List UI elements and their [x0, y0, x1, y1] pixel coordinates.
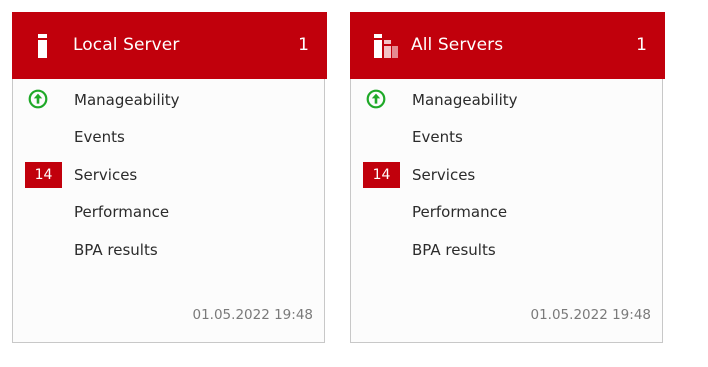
- services-alert-badge: 14: [25, 162, 62, 188]
- events-label: Events: [74, 128, 125, 146]
- tile-title[interactable]: Local Server: [73, 34, 179, 56]
- multiple-servers-icon: [374, 34, 398, 58]
- up-arrow-circle-icon: [366, 89, 386, 109]
- manageability-row[interactable]: Manageability: [13, 84, 324, 116]
- manageability-row[interactable]: Manageability: [351, 84, 662, 116]
- refresh-timestamp: 01.05.2022 19:48: [530, 307, 652, 323]
- performance-label: Performance: [412, 203, 508, 221]
- all-servers-tile-header[interactable]: All Servers 1: [350, 12, 665, 79]
- manageability-label: Manageability: [74, 91, 180, 109]
- up-arrow-circle-icon: [28, 89, 48, 109]
- bpa-results-label: BPA results: [74, 241, 158, 259]
- bpa-results-row[interactable]: BPA results: [351, 234, 662, 266]
- events-row[interactable]: Events: [351, 121, 662, 153]
- bpa-results-row[interactable]: BPA results: [13, 234, 324, 266]
- all-servers-tile[interactable]: All Servers 1 Manageability Events 14 Se…: [350, 12, 665, 343]
- performance-row[interactable]: Performance: [351, 196, 662, 228]
- events-row[interactable]: Events: [13, 121, 324, 153]
- bpa-results-label: BPA results: [412, 241, 496, 259]
- services-row[interactable]: 14 Services: [351, 159, 662, 191]
- performance-row[interactable]: Performance: [13, 196, 324, 228]
- services-row[interactable]: 14 Services: [13, 159, 324, 191]
- services-label: Services: [74, 166, 138, 184]
- manageability-label: Manageability: [412, 91, 518, 109]
- tile-title[interactable]: All Servers: [411, 34, 503, 56]
- performance-label: Performance: [74, 203, 170, 221]
- local-server-tile-header[interactable]: Local Server 1: [12, 12, 327, 79]
- refresh-timestamp: 01.05.2022 19:48: [192, 307, 314, 323]
- server-count: 1: [298, 35, 309, 55]
- events-label: Events: [412, 128, 463, 146]
- single-server-icon: [38, 34, 47, 58]
- local-server-tile[interactable]: Local Server 1 Manageability Events 14 S…: [12, 12, 327, 343]
- services-alert-badge: 14: [363, 162, 400, 188]
- server-count: 1: [636, 35, 647, 55]
- services-label: Services: [412, 166, 476, 184]
